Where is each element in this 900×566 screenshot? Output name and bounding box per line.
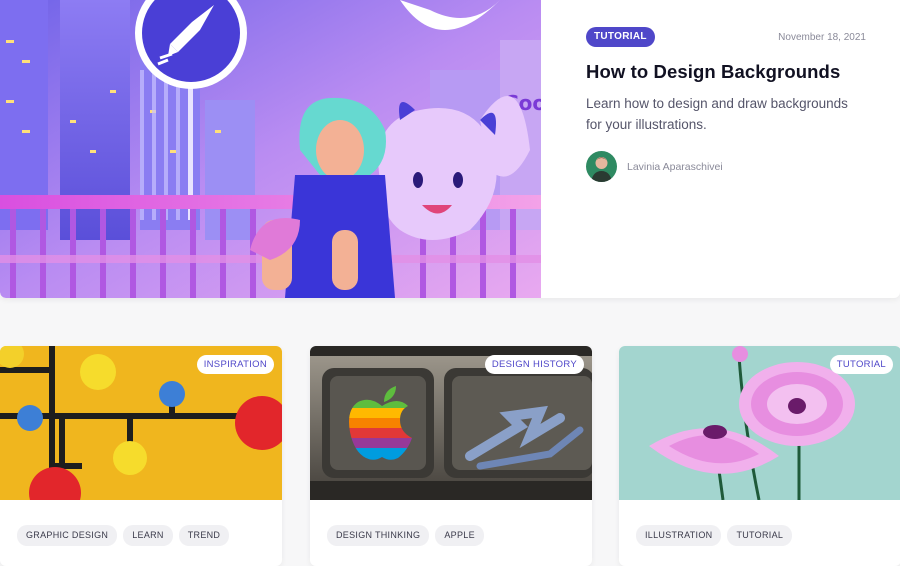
category-badge[interactable]: TUTORIAL [829, 355, 893, 374]
publish-date: November 18, 2021 [778, 31, 866, 43]
category-badge[interactable]: TUTORIAL [586, 27, 655, 47]
author-avatar[interactable] [586, 151, 617, 182]
featured-article-body: TUTORIAL November 18, 2021 How to Design… [586, 26, 866, 182]
tag-list: GRAPHIC DESIGN LEARN TREND [17, 525, 230, 546]
featured-article-card[interactable]: Cool [0, 0, 900, 298]
article-card[interactable]: INSPIRATION GRAPHIC DESIGN LEARN TREND [0, 346, 282, 566]
category-badge[interactable]: DESIGN HISTORY [484, 355, 584, 374]
article-card[interactable]: TUTORIAL ILLUSTRATION TUTORIAL [619, 346, 900, 566]
tag-chip[interactable]: TUTORIAL [727, 525, 793, 546]
tag-chip[interactable]: TREND [178, 525, 230, 546]
article-description: Learn how to design and draw backgrounds… [586, 96, 848, 132]
featured-article-image[interactable]: Cool [0, 0, 541, 298]
article-title[interactable]: How to Design Backgrounds [586, 60, 866, 84]
tag-list: DESIGN THINKING APPLE [327, 525, 484, 546]
author-name[interactable]: Lavinia Aparaschivei [627, 161, 723, 173]
tag-list: ILLUSTRATION TUTORIAL [636, 525, 793, 546]
tag-chip[interactable]: GRAPHIC DESIGN [17, 525, 118, 546]
tag-chip[interactable]: DESIGN THINKING [327, 525, 430, 546]
author-row[interactable]: Lavinia Aparaschivei [586, 151, 866, 182]
category-badge[interactable]: INSPIRATION [196, 355, 274, 374]
tag-chip[interactable]: ILLUSTRATION [636, 525, 722, 546]
featured-meta-row: TUTORIAL November 18, 2021 [586, 26, 866, 48]
article-card[interactable]: DESIGN HISTORY DESIGN THINKING APPLE [310, 346, 592, 566]
tag-chip[interactable]: LEARN [123, 525, 173, 546]
tag-chip[interactable]: APPLE [435, 525, 484, 546]
